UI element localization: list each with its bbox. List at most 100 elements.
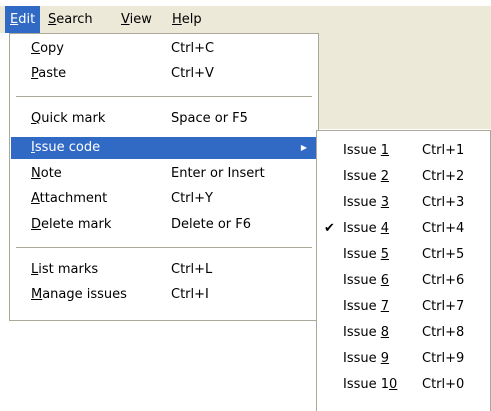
submenu-item-accel: 7 [380,299,390,314]
submenu-item-accel: 9 [380,351,390,366]
menu-separator [16,247,312,248]
submenu-item-prefix: Issue [343,325,381,340]
menu-item-label: Delete mark [31,214,111,236]
submenu-item-prefix: Issue [343,143,381,158]
menu-item-rest: ssue code [34,140,101,155]
menubar-edit[interactable]: Edit [5,6,41,33]
submenu-arrow-icon: ▶ [300,143,307,152]
submenu-item-label: Issue 4 [343,218,389,240]
menu-item-label: List marks [31,259,98,281]
submenu-item-prefix: Issue 1 [343,377,390,392]
submenu-item-label: Issue 1 [343,140,389,162]
submenu-item-shortcut: Ctrl+8 [422,325,465,340]
menu-item-rest: uick mark [41,111,106,126]
submenu-item-prefix: Issue [343,299,381,314]
submenu-item-prefix: Issue [343,273,381,288]
menu-item-note[interactable]: Note Enter or Insert [11,163,317,185]
menu-item-label: Paste [31,63,66,85]
submenu-item-prefix: Issue [343,221,381,236]
submenu-item-label: Issue 8 [343,322,389,344]
submenu-item-label: Issue 6 [343,270,389,292]
menu-item-accel: C [31,41,41,56]
submenu-item-label: Issue 9 [343,348,389,370]
submenu-item-issue-10[interactable]: Issue 10 Ctrl+0 [318,374,489,396]
submenu-item-shortcut: Ctrl+7 [422,299,465,314]
menu-item-label: Quick mark [31,108,105,130]
menu-item-shortcut: Enter or Insert [171,166,265,181]
submenu-item-label: Issue 2 [343,166,389,188]
submenu-item-accel: 1 [380,143,390,158]
submenu-item-issue-2[interactable]: Issue 2 Ctrl+2 [318,166,489,188]
menu-item-shortcut: Delete or F6 [171,217,252,232]
menu-item-accel: Q [31,111,42,126]
submenu-item-prefix: Issue [343,195,381,210]
submenu-item-issue-7[interactable]: Issue 7 Ctrl+7 [318,296,489,318]
menu-item-shortcut: Ctrl+Y [171,191,213,206]
submenu-item-prefix: Issue [343,351,381,366]
menubar-help[interactable]: Help [172,6,202,33]
submenu-item-issue-1[interactable]: Issue 1 Ctrl+1 [318,140,489,162]
menu-item-quick-mark[interactable]: Quick mark Space or F5 [11,108,317,130]
edit-menu: Copy Ctrl+C Paste Ctrl+V Quick mark Spac… [9,33,319,321]
check-icon: ✔ [324,221,335,236]
menu-item-rest: anage issues [42,287,127,302]
menu-item-accel: A [31,191,40,206]
menubar-edit-accel: E [10,12,19,27]
submenu-item-issue-8[interactable]: Issue 8 Ctrl+8 [318,322,489,344]
menu-item-rest: ist marks [38,262,99,277]
menu-item-shortcut: Ctrl+I [171,287,209,302]
submenu-item-shortcut: Ctrl+6 [422,273,465,288]
submenu-item-issue-9[interactable]: Issue 9 Ctrl+9 [318,348,489,370]
submenu-item-shortcut: Ctrl+1 [422,143,465,158]
menubar-search[interactable]: Search [48,6,93,33]
menu-item-rest: aste [38,66,67,81]
submenu-item-shortcut: Ctrl+3 [422,195,465,210]
menu-item-attachment[interactable]: Attachment Ctrl+Y [11,188,317,210]
menu-item-rest: ote [40,166,62,181]
menubar-edit-rest: dit [18,12,36,27]
menu-item-label: Issue code [31,137,100,159]
submenu-item-accel: 3 [380,195,390,210]
menu-item-shortcut: Space or F5 [171,111,248,126]
menu-item-issue-code[interactable]: Issue code ▶ [11,137,317,159]
menu-item-label: Manage issues [31,284,127,306]
submenu-item-label: Issue 5 [343,244,389,266]
submenu-item-issue-5[interactable]: Issue 5 Ctrl+5 [318,244,489,266]
submenu-item-shortcut: Ctrl+9 [422,351,465,366]
menu-item-label: Attachment [31,188,107,210]
submenu-item-issue-4[interactable]: ✔ Issue 4 Ctrl+4 [318,218,489,240]
submenu-item-shortcut: Ctrl+5 [422,247,465,262]
menubar-help-accel: H [172,12,182,27]
menu-item-accel: M [31,287,43,302]
menu-separator [16,96,312,97]
submenu-item-issue-3[interactable]: Issue 3 Ctrl+3 [318,192,489,214]
menu-item-shortcut: Ctrl+C [171,41,215,56]
menubar-view-accel: V [121,12,130,27]
menu-item-list-marks[interactable]: List marks Ctrl+L [11,259,317,281]
submenu-item-shortcut: Ctrl+2 [422,169,465,184]
menu-item-rest: elete mark [41,217,112,232]
submenu-item-accel: 0 [389,377,398,392]
menu-item-shortcut: Ctrl+V [171,66,214,81]
submenu-item-issue-6[interactable]: Issue 6 Ctrl+6 [318,270,489,292]
menu-item-label: Note [31,163,62,185]
menu-item-rest: ttachment [39,191,108,206]
menu-item-paste[interactable]: Paste Ctrl+V [11,63,317,85]
window-background [318,33,491,129]
submenu-item-label: Issue 3 [343,192,389,214]
submenu-item-label: Issue 7 [343,296,389,318]
submenu-item-prefix: Issue [343,247,381,262]
submenu-item-label: Issue 10 [343,374,397,396]
menubar-view-rest: iew [129,12,152,27]
menu-item-copy[interactable]: Copy Ctrl+C [11,38,317,60]
submenu-item-prefix: Issue [343,169,381,184]
submenu-item-accel: 2 [380,169,390,184]
menu-item-delete-mark[interactable]: Delete mark Delete or F6 [11,214,317,236]
menu-item-manage-issues[interactable]: Manage issues Ctrl+I [11,284,317,306]
menubar-search-rest: earch [56,12,93,27]
submenu-item-accel: 8 [380,325,390,340]
menubar-view[interactable]: View [121,6,152,33]
menu-item-rest: opy [40,41,64,56]
menu-item-accel: D [31,217,42,232]
issue-code-submenu: Issue 1 Ctrl+1 Issue 2 Ctrl+2 Issue 3 Ct… [316,130,491,411]
